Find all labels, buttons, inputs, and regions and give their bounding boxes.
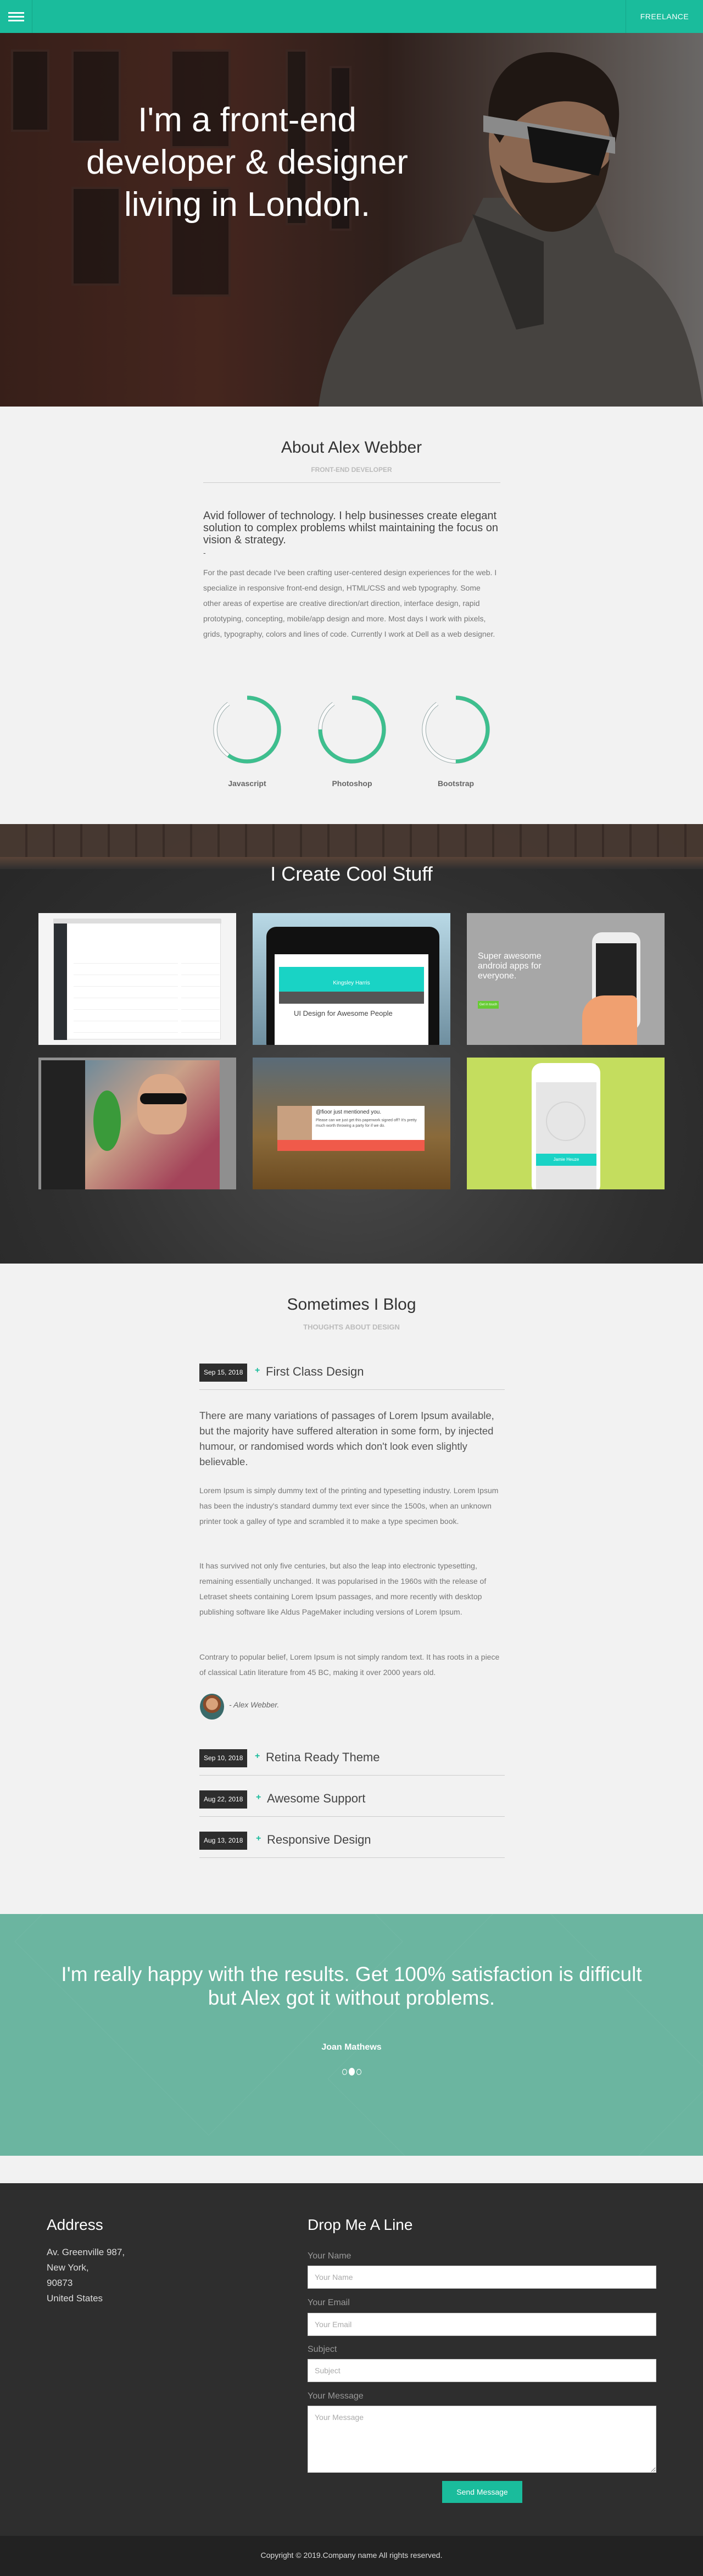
footer: Copyright © 2019.Company name All rights…: [0, 2536, 703, 2576]
portfolio-tile-dashboard[interactable]: [38, 913, 236, 1045]
tile-caption: Super awesome android apps for everyone.: [478, 952, 542, 981]
divider: [203, 482, 500, 483]
portfolio-tile-profile[interactable]: [38, 1058, 236, 1189]
hero-line: developer & designer: [86, 143, 408, 181]
form-title: Drop Me A Line: [308, 2216, 413, 2233]
carousel-dot-active[interactable]: [348, 2068, 355, 2076]
about-subtitle: FRONT-END DEVELOPER: [311, 466, 392, 474]
post-title[interactable]: Responsive Design: [267, 1833, 371, 1847]
author-avatar: [200, 1694, 224, 1720]
post-paragraph: Contrary to popular belief, Lorem Ipsum …: [199, 1653, 500, 1677]
skill-ring-graphic: [318, 696, 386, 764]
carousel-dots: [0, 2068, 703, 2076]
about-body: For the past decade I've been crafting u…: [203, 568, 497, 638]
message-textarea[interactable]: [308, 2406, 656, 2473]
about-lead: Avid follower of technology. I help busi…: [203, 510, 498, 546]
skill-ring-graphic: [213, 696, 281, 764]
name-input[interactable]: [308, 2266, 656, 2289]
testimonial-author: Joan Mathews: [321, 2043, 382, 2052]
blog-title: Sometimes I Blog: [287, 1295, 416, 1314]
address-title: Address: [47, 2216, 103, 2233]
hero-line: I'm a front-end: [138, 101, 356, 139]
carousel-dot[interactable]: [342, 2068, 347, 2075]
get-in-touch-button: Get in touch: [478, 1001, 499, 1009]
post-title[interactable]: Awesome Support: [267, 1791, 365, 1806]
portfolio-tile-notification[interactable]: @fioor just mentioned you. Please can we…: [253, 1058, 450, 1189]
address-line: United States: [47, 2293, 103, 2304]
skill-label: Photoshop: [332, 779, 372, 788]
tile-text: Please can we just get this paperwork si…: [316, 1119, 417, 1128]
portfolio-title: I Create Cool Stuff: [270, 863, 433, 885]
blog-subtitle: THOUGHTS ABOUT DESIGN: [303, 1323, 400, 1331]
post-date: Aug 13, 2018: [199, 1832, 248, 1850]
testimonial-quote: I'm really happy with the results. Get 1…: [61, 1963, 642, 2009]
plus-icon: +: [256, 1793, 261, 1802]
contact-section: Address Av. Greenville 987, New York, 90…: [0, 2183, 703, 2536]
hero-headline: I'm a front-end developer & designer liv…: [0, 99, 494, 226]
post-title[interactable]: First Class Design: [266, 1365, 364, 1379]
email-label: Your Email: [308, 2298, 350, 2307]
skill-label: Bootstrap: [437, 779, 475, 788]
freelance-link[interactable]: FREELANCE: [626, 0, 703, 33]
address-line: Av. Greenville 987,: [47, 2247, 125, 2257]
about-dash: -: [203, 548, 206, 557]
divider: [199, 1857, 505, 1858]
subject-label: Subject: [308, 2345, 337, 2354]
hamburger-icon[interactable]: [0, 0, 32, 33]
post-lead: There are many variations of passages of…: [199, 1410, 494, 1467]
post-title[interactable]: Retina Ready Theme: [266, 1750, 380, 1765]
post-date: Sep 15, 2018: [199, 1364, 248, 1382]
tile-caption: UI Design for Awesome People: [294, 1009, 393, 1017]
skill-ring-javascript: Javascript: [209, 691, 286, 788]
carousel-dot[interactable]: [356, 2068, 361, 2075]
testimonial-section: I'm really happy with the results. Get 1…: [0, 1914, 703, 2156]
hero-line: living in London.: [124, 186, 371, 224]
portfolio-section: I Create Cool Stuff Kingsley Harris UI D…: [0, 824, 703, 1264]
about-title: About Alex Webber: [281, 438, 422, 457]
name-label: Your Name: [308, 2251, 352, 2261]
divider: [199, 1775, 505, 1776]
portfolio-tile-mobile[interactable]: Jamie Heuze: [467, 1058, 665, 1189]
divider: [199, 1816, 505, 1817]
portfolio-tile-tablet[interactable]: Kingsley Harris UI Design for Awesome Pe…: [253, 913, 450, 1045]
post-paragraph: Lorem Ipsum is simply dummy text of the …: [199, 1486, 499, 1526]
plus-icon: +: [255, 1366, 260, 1375]
tile-caption: @fioor just mentioned you.: [316, 1109, 382, 1115]
author-name: - Alex Webber.: [229, 1700, 280, 1709]
top-nav: FREELANCE: [0, 0, 703, 33]
portfolio-tile-android[interactable]: Super awesome android apps for everyone.…: [467, 913, 665, 1045]
skill-ring-graphic: [422, 696, 490, 764]
post-date: Sep 10, 2018: [199, 1749, 248, 1767]
profile-name: Kingsley Harris: [279, 967, 424, 992]
tile-caption: Jamie Heuze: [536, 1154, 596, 1166]
post-date: Aug 22, 2018: [199, 1790, 248, 1809]
address-line: 90873: [47, 2278, 73, 2288]
plus-icon: +: [255, 1751, 260, 1761]
copyright-text: Copyright © 2019.Company name All rights…: [260, 2551, 443, 2560]
message-label: Your Message: [308, 2391, 364, 2401]
plus-icon: +: [256, 1834, 261, 1843]
hero-banner: I'm a front-end developer & designer liv…: [0, 33, 703, 407]
skill-ring-bootstrap: Bootstrap: [417, 691, 494, 788]
divider: [199, 1389, 505, 1390]
email-input[interactable]: [308, 2313, 656, 2336]
send-message-button[interactable]: Send Message: [442, 2481, 522, 2503]
dashboard-mockup: [53, 919, 221, 1040]
skill-ring-photoshop: Photoshop: [314, 691, 390, 788]
address-line: New York,: [47, 2262, 89, 2273]
subject-input[interactable]: [308, 2359, 656, 2382]
post-paragraph: It has survived not only five centuries,…: [199, 1561, 487, 1616]
skill-label: Javascript: [228, 779, 266, 788]
